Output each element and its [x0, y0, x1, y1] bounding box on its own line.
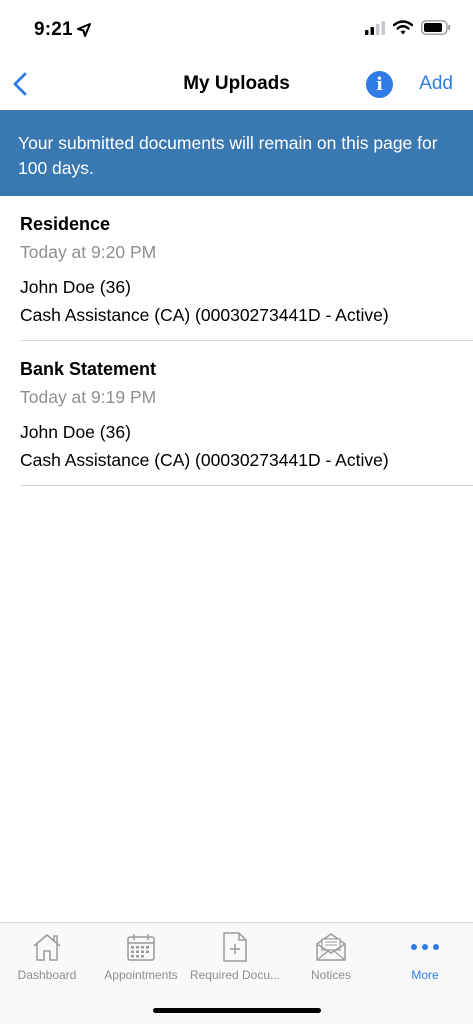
- wifi-icon: [393, 20, 413, 35]
- tab-label: Appointments: [104, 968, 178, 982]
- info-icon: i: [376, 74, 383, 95]
- house-icon: [33, 934, 61, 961]
- chevron-left-icon: [13, 72, 27, 96]
- tab-notices[interactable]: Notices: [284, 931, 378, 991]
- upload-program: Cash Assistance (CA) (00030273441D - Act…: [20, 450, 389, 470]
- page-title: My Uploads: [183, 73, 290, 94]
- document-add-icon: [223, 932, 247, 962]
- banner-text: Your submitted documents will remain on …: [18, 133, 438, 178]
- cellular-signal-icon: [365, 20, 385, 35]
- tab-dashboard[interactable]: Dashboard: [0, 931, 94, 991]
- tab-label: Notices: [310, 968, 351, 982]
- back-button[interactable]: [8, 68, 32, 100]
- tab-label: Required Docu...: [189, 968, 281, 982]
- upload-program: Cash Assistance (CA) (00030273441D - Act…: [20, 305, 389, 325]
- uploads-list: Residence Today at 9:20 PM John Doe (36)…: [0, 196, 473, 486]
- retention-banner: Your submitted documents will remain on …: [0, 110, 473, 196]
- status-time-text: 9:21: [34, 19, 73, 40]
- upload-date: Today at 9:20 PM: [20, 242, 157, 262]
- tab-label: Dashboard: [17, 968, 77, 982]
- calendar-icon: [127, 934, 155, 961]
- upload-row[interactable]: Bank Statement Today at 9:19 PM John Doe…: [20, 341, 473, 486]
- tab-more[interactable]: More: [378, 931, 472, 991]
- tab-required-documents[interactable]: Required Docu...: [188, 931, 282, 991]
- upload-title: Bank Statement: [20, 359, 157, 379]
- upload-row[interactable]: Residence Today at 9:20 PM John Doe (36)…: [20, 196, 473, 341]
- battery-icon: [421, 20, 451, 35]
- status-time: 9:21: [34, 19, 91, 41]
- navigation-bar: My Uploads i Add: [0, 60, 473, 110]
- status-bar: 9:21: [0, 0, 473, 60]
- location-arrow-icon: [76, 23, 91, 37]
- tab-appointments[interactable]: Appointments: [94, 931, 188, 991]
- home-indicator[interactable]: [153, 1008, 321, 1013]
- status-icons: [365, 20, 451, 35]
- upload-person: John Doe (36): [20, 422, 131, 442]
- info-button[interactable]: i: [366, 71, 393, 98]
- envelope-icon: [316, 933, 346, 961]
- upload-person: John Doe (36): [20, 277, 131, 297]
- upload-date: Today at 9:19 PM: [20, 387, 157, 407]
- more-dots-icon: [411, 944, 439, 950]
- tab-label: More: [411, 968, 439, 982]
- add-button[interactable]: Add: [419, 73, 453, 95]
- upload-title: Residence: [20, 214, 111, 234]
